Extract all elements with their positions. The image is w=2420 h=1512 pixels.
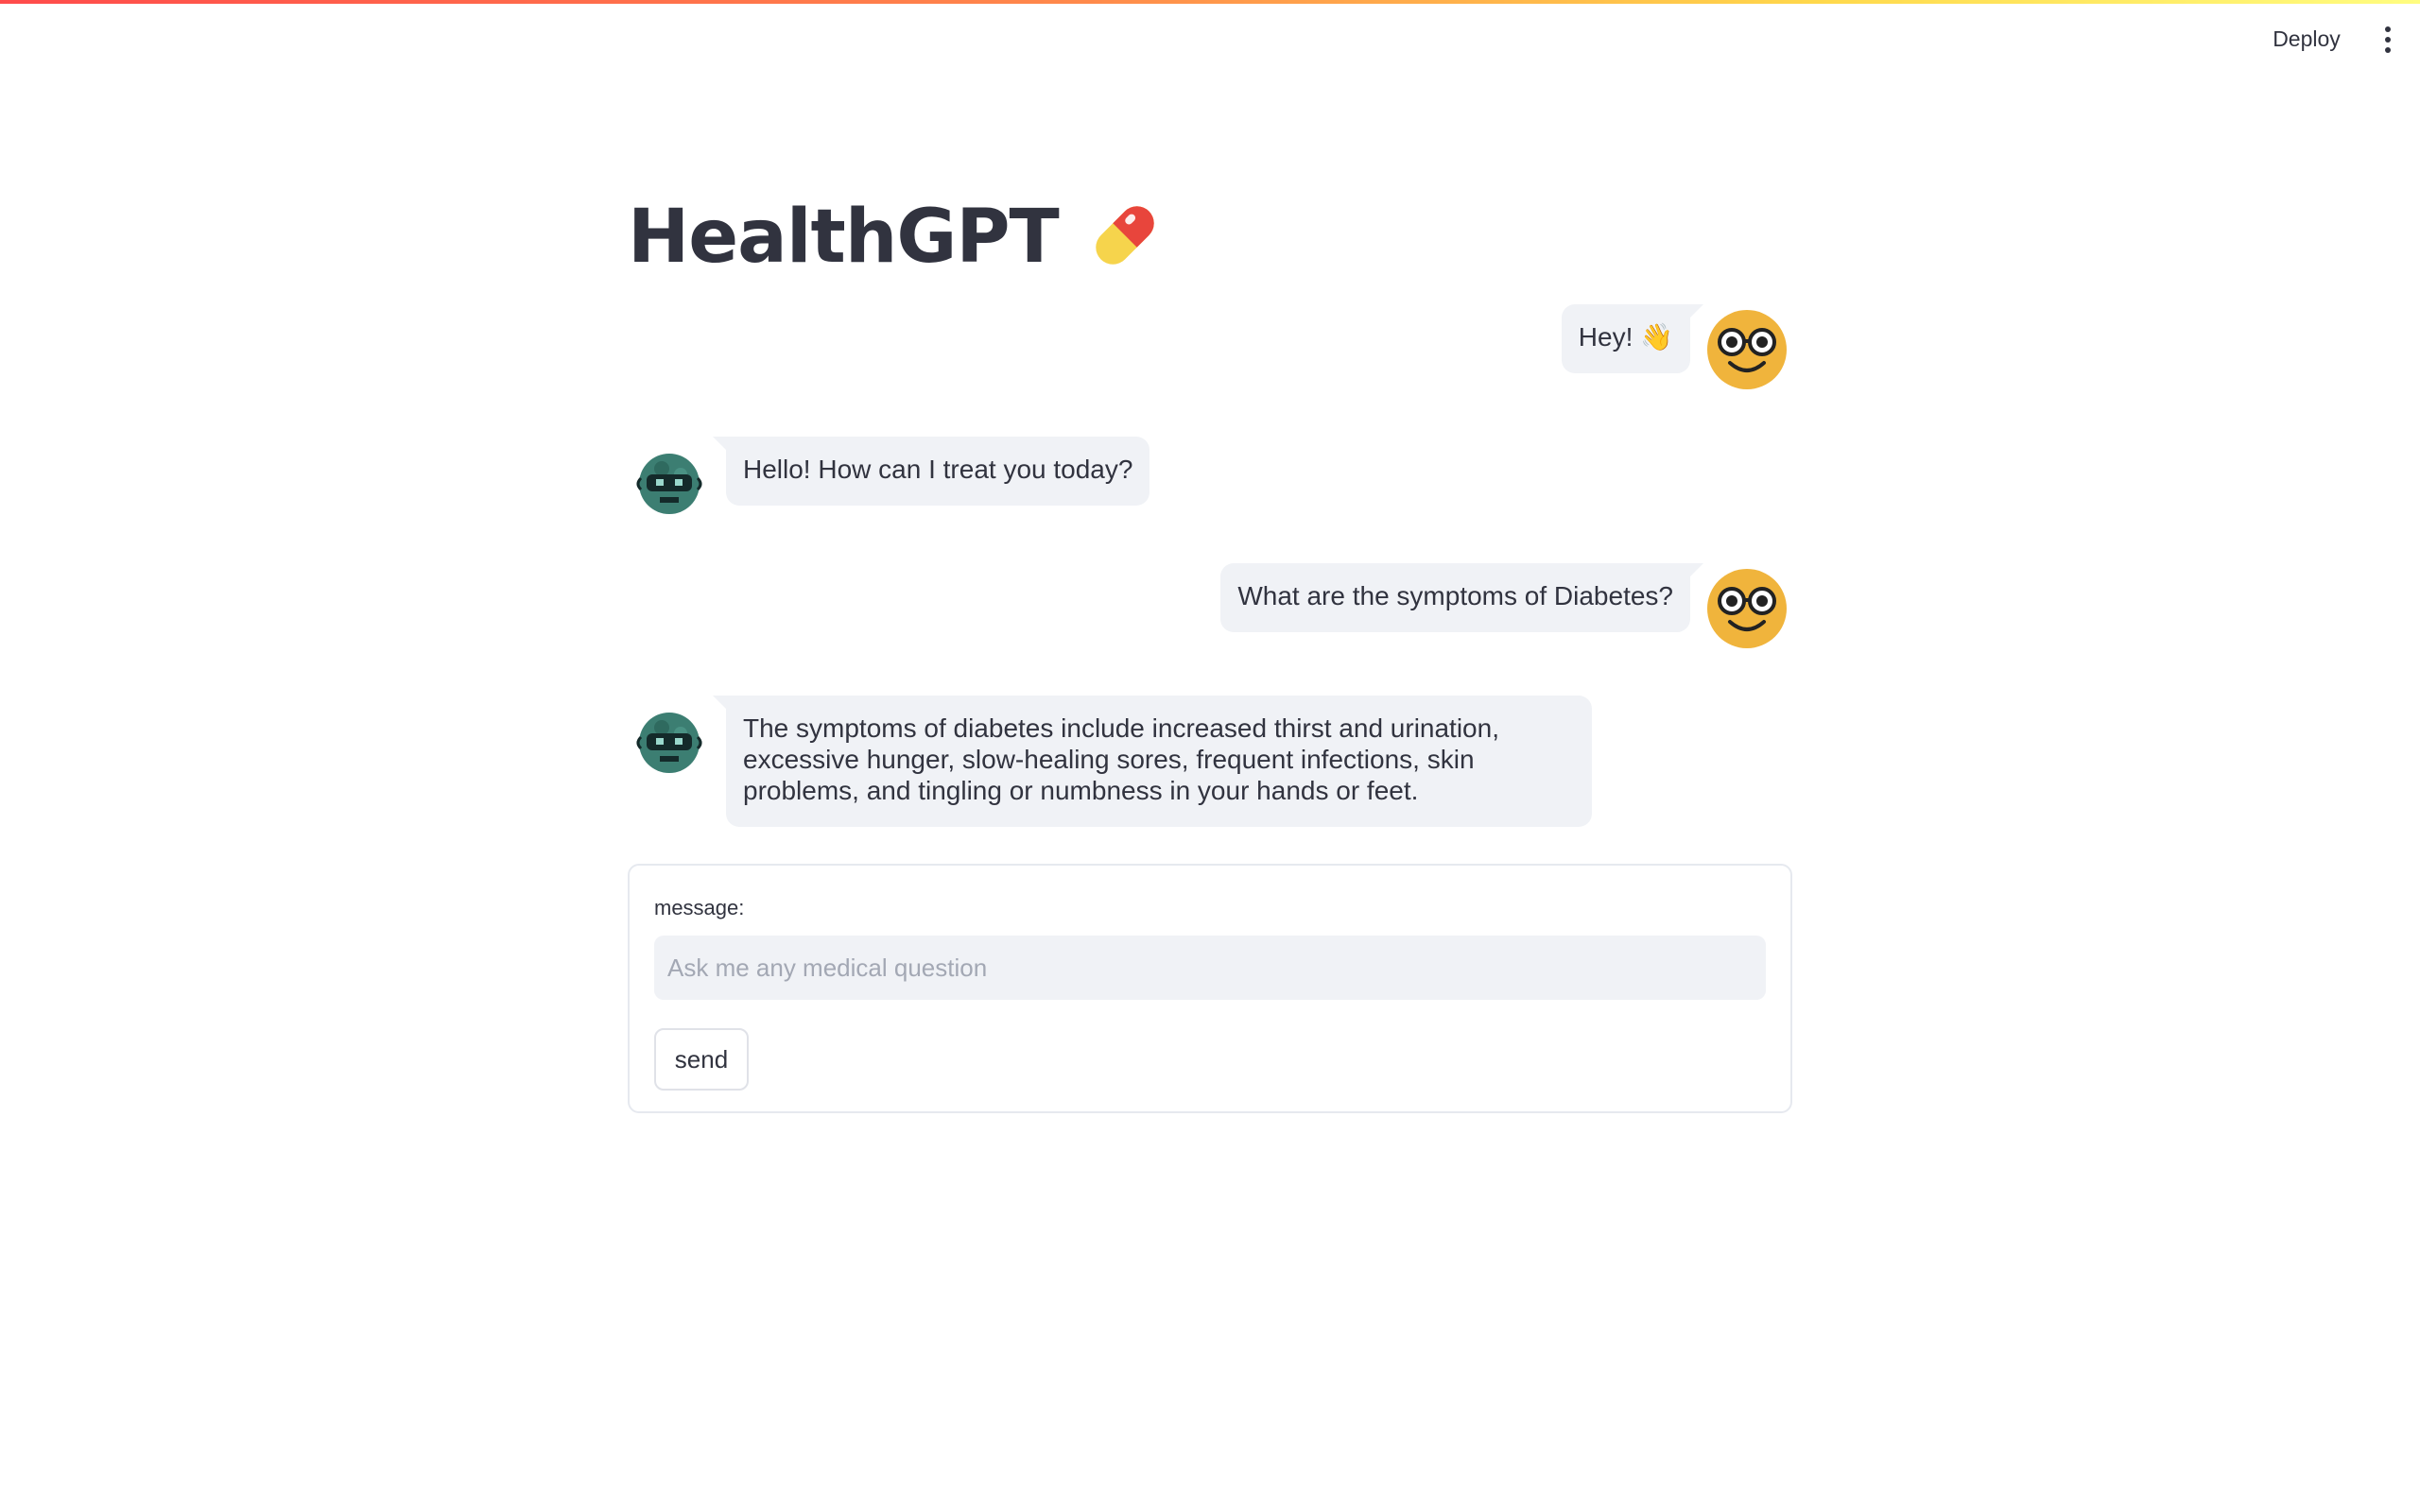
- message-bubble: Hey! 👋: [1561, 304, 1704, 373]
- robot-icon: [628, 440, 711, 524]
- chat-message-user: Hey! 👋: [1561, 304, 1789, 391]
- chat-message-user: What are the symptoms of Diabetes?: [1220, 563, 1789, 650]
- pill-icon: [1085, 196, 1165, 280]
- message-input[interactable]: [654, 936, 1766, 1000]
- message-bubble: Hello! How can I treat you today?: [712, 437, 1150, 506]
- deploy-button[interactable]: Deploy: [2265, 21, 2348, 57]
- message-label: message:: [654, 896, 745, 919]
- top-decoration-bar: [0, 0, 2420, 4]
- kebab-menu-icon[interactable]: [2371, 21, 2405, 59]
- nerd-face-icon: [1705, 567, 1789, 650]
- message-bubble: What are the symptoms of Diabetes?: [1220, 563, 1703, 632]
- message-form: message: send: [628, 864, 1792, 1113]
- page-title: HealthGPT: [628, 195, 1060, 280]
- nerd-face-icon: [1705, 308, 1789, 391]
- page-title-row: HealthGPT: [628, 185, 1165, 289]
- robot-icon: [628, 699, 711, 782]
- chat-message-bot: Hello! How can I treat you today?: [628, 437, 1150, 524]
- chat-message-bot: The symptoms of diabetes include increas…: [628, 696, 1592, 827]
- message-bubble: The symptoms of diabetes include increas…: [713, 696, 1592, 827]
- send-button[interactable]: send: [654, 1028, 749, 1091]
